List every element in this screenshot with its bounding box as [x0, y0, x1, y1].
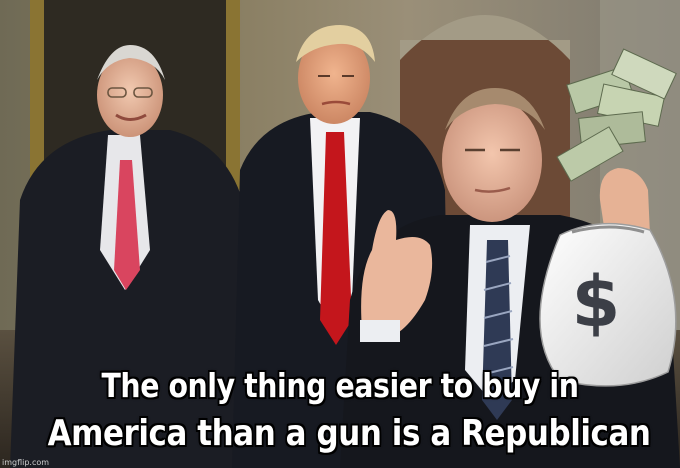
meme-image: $ The only thing easier to buy in Americ… — [0, 0, 680, 468]
watermark: imgflip.com — [2, 458, 50, 467]
caption-line-2: America than a gun is a Republican — [47, 413, 651, 454]
caption-line-1: The only thing easier to buy in — [101, 366, 579, 405]
cuff — [360, 320, 400, 342]
dollar-sign-icon: $ — [571, 261, 621, 343]
